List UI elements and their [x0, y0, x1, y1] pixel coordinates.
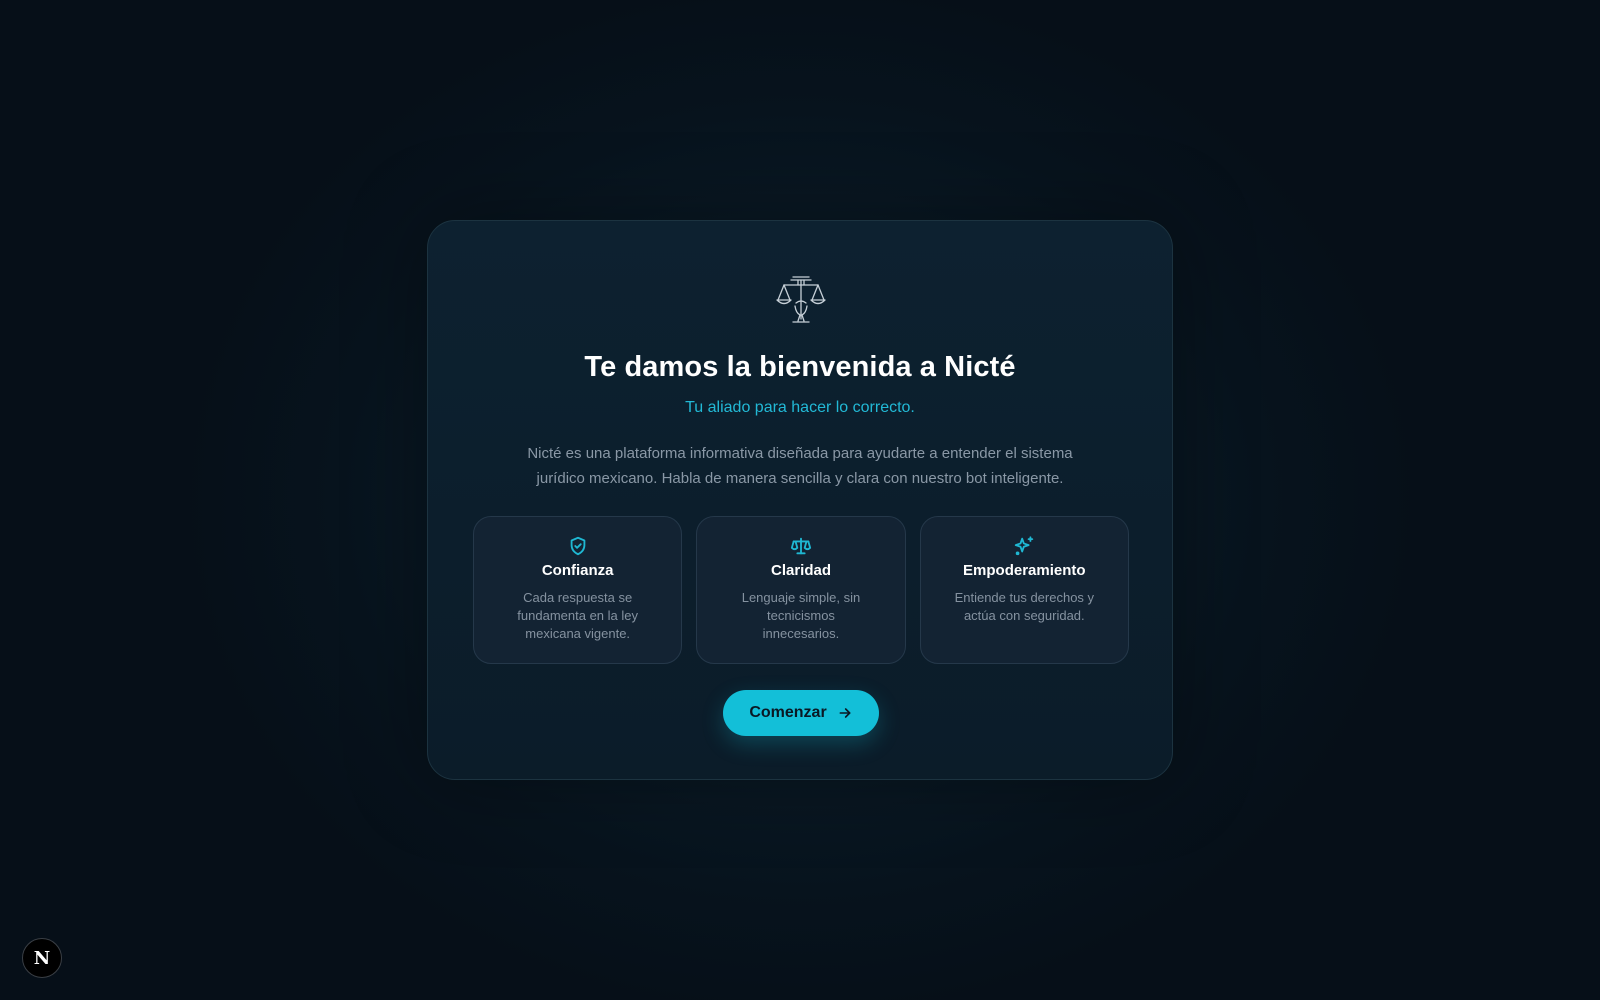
scale-icon: [790, 537, 812, 555]
welcome-title: Te damos la bienvenida a Nicté: [584, 351, 1016, 383]
welcome-subtitle: Tu aliado para hacer lo correcto.: [685, 399, 915, 416]
feature-description: Cada respuesta se fundamenta en la ley m…: [517, 590, 638, 641]
shield-check-icon: [570, 536, 585, 556]
start-button[interactable]: Comenzar: [723, 690, 879, 736]
welcome-card: Te damos la bienvenida a Nicté Tu aliado…: [427, 220, 1173, 780]
feature-title: Confianza: [541, 562, 614, 579]
start-button-label: Comenzar: [749, 704, 827, 721]
arrow-right-icon: [839, 708, 851, 718]
scales-of-justice-icon: [776, 276, 826, 323]
nextjs-dev-badge[interactable]: N: [22, 938, 62, 978]
feature-description: Entiende tus derechos y actúa con seguri…: [954, 590, 1095, 623]
dev-badge-label: N: [33, 947, 51, 969]
feature-description: Lenguaje simple, sin tecnicismos inneces…: [741, 590, 861, 641]
sparkles-icon: [1015, 536, 1034, 556]
feature-list: Confianza Cada respuesta se fundamenta e…: [473, 516, 1129, 664]
feature-title: Claridad: [770, 562, 831, 579]
feature-card-empoderamiento: Empoderamiento Entiende tus derechos y a…: [919, 516, 1129, 664]
welcome-description: Nicté es una plataforma informativa dise…: [527, 445, 1073, 487]
feature-card-confianza: Confianza Cada respuesta se fundamenta e…: [473, 516, 683, 664]
feature-title: Empoderamiento: [963, 562, 1086, 579]
feature-card-claridad: Claridad Lenguaje simple, sin tecnicismo…: [696, 516, 906, 664]
